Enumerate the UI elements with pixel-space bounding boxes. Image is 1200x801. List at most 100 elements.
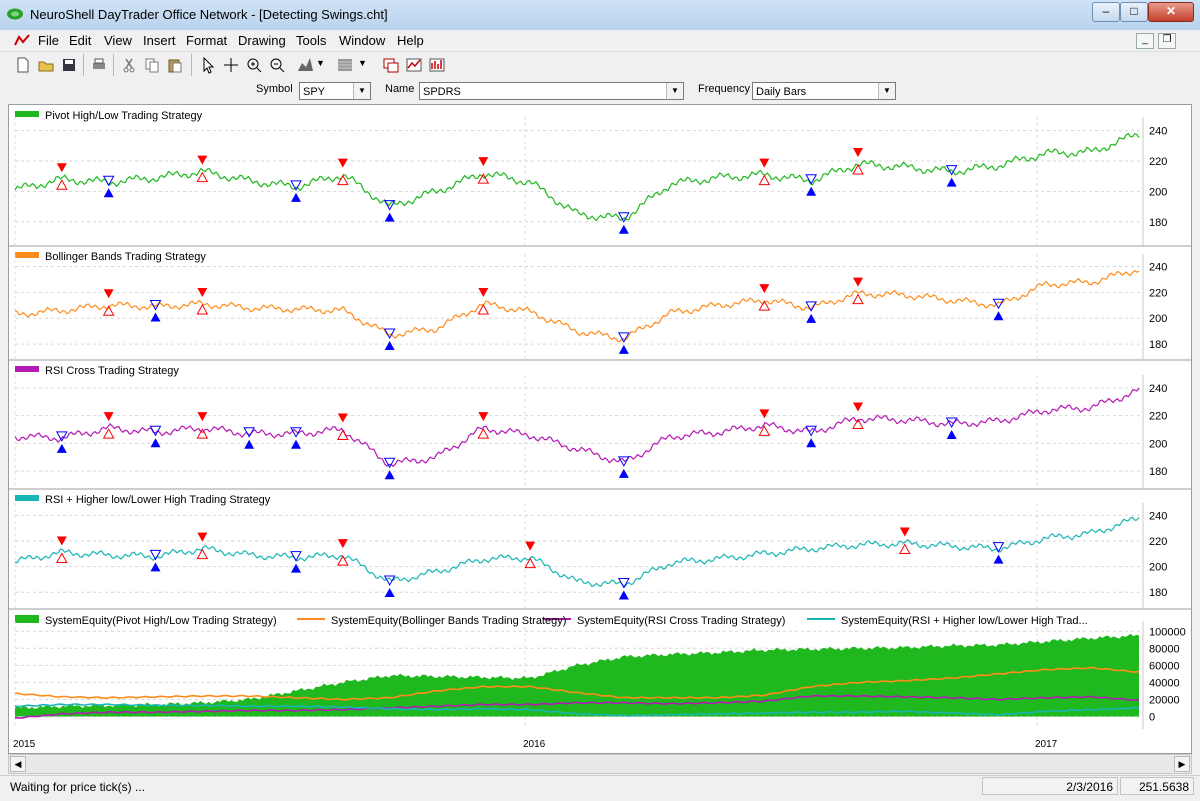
optimize-icon[interactable] xyxy=(405,56,423,74)
menu-edit[interactable]: Edit xyxy=(69,33,91,48)
menu-help[interactable]: Help xyxy=(397,33,424,48)
y-tick-label: 180 xyxy=(1149,466,1167,478)
paste-icon[interactable] xyxy=(166,56,184,74)
menu-tools[interactable]: Tools xyxy=(296,33,326,48)
sell-signal-marker xyxy=(478,412,489,422)
chevron-down-icon[interactable]: ▼ xyxy=(666,83,683,99)
frequency-select[interactable]: Daily Bars ▼ xyxy=(752,82,896,100)
menu-insert[interactable]: Insert xyxy=(143,33,176,48)
y-tick-label: 240 xyxy=(1149,510,1167,522)
sell-signal-marker xyxy=(103,289,114,299)
price-series-line xyxy=(14,132,1140,222)
mdi-minimize-button[interactable]: _ xyxy=(1136,33,1154,49)
scroll-left-icon[interactable]: ◀ xyxy=(10,756,26,772)
equity-legend-label: SystemEquity(RSI + Higher low/Lower High… xyxy=(841,615,1088,627)
equity-area xyxy=(15,633,1139,717)
exit-signal-marker xyxy=(477,303,490,315)
y-tick-label: 240 xyxy=(1149,383,1167,395)
buy-signal-marker xyxy=(806,438,817,448)
x-tick-label: 2015 xyxy=(13,739,36,750)
sell-signal-marker xyxy=(853,277,863,287)
sell-signal-marker xyxy=(197,532,208,542)
y-tick-label: 180 xyxy=(1149,217,1167,229)
chevron-down-icon[interactable]: ▼ xyxy=(353,83,370,99)
zoom-out-icon[interactable] xyxy=(268,56,286,74)
buy-signal-marker xyxy=(56,443,67,453)
chevron-down-icon[interactable]: ▼ xyxy=(358,58,367,68)
pattern-icon[interactable] xyxy=(336,56,354,74)
horizontal-scrollbar[interactable]: ◀ ▶ xyxy=(8,754,1192,774)
chart-style-icon[interactable] xyxy=(296,56,314,74)
y-tick-label: 100000 xyxy=(1149,626,1186,638)
menu-window[interactable]: Window xyxy=(339,33,385,48)
exit-signal-marker xyxy=(805,174,818,185)
menu-format[interactable]: Format xyxy=(186,33,227,48)
price-pane xyxy=(14,252,1144,359)
legend-swatch xyxy=(15,615,39,623)
y-tick-label: 220 xyxy=(1149,411,1167,423)
toolbar-separator xyxy=(113,54,114,76)
new-icon[interactable] xyxy=(14,56,32,74)
price-pane xyxy=(14,111,1144,245)
minimize-button[interactable]: – xyxy=(1092,2,1120,22)
chart-canvas[interactable]: Pivot High/Low Trading Strategy 240 220 200… xyxy=(9,105,1191,753)
maximize-button[interactable]: □ xyxy=(1120,2,1148,22)
menu-view[interactable]: View xyxy=(104,33,132,48)
analysis-icon[interactable] xyxy=(428,56,446,74)
menu-drawing[interactable]: Drawing xyxy=(238,33,286,48)
exit-signal-marker xyxy=(196,171,209,183)
buy-signal-marker xyxy=(244,439,255,449)
open-icon[interactable] xyxy=(37,56,55,74)
scroll-right-icon[interactable]: ▶ xyxy=(1174,756,1190,772)
menu-file[interactable]: File xyxy=(38,33,59,48)
price-pane xyxy=(14,366,1144,488)
name-select[interactable]: SPDRS ▼ xyxy=(419,82,684,100)
cut-icon[interactable] xyxy=(120,56,138,74)
symbol-select[interactable]: SPY ▼ xyxy=(299,82,371,100)
exit-signal-marker xyxy=(852,293,864,305)
exit-signal-marker xyxy=(196,303,209,315)
sell-signal-marker xyxy=(759,409,770,419)
sell-signal-marker xyxy=(197,412,208,422)
sell-signal-marker xyxy=(899,527,910,537)
price-pane xyxy=(14,495,1144,608)
y-tick-label: 200 xyxy=(1149,438,1167,450)
buy-signal-marker xyxy=(384,341,395,351)
toolbar-separator xyxy=(191,54,192,76)
mdi-restore-button[interactable]: ❐ xyxy=(1158,33,1176,49)
copy-icon[interactable] xyxy=(143,56,161,74)
save-icon[interactable] xyxy=(60,56,78,74)
exit-signal-marker xyxy=(992,298,1005,310)
sell-signal-marker xyxy=(525,541,536,551)
chevron-down-icon[interactable]: ▼ xyxy=(316,58,325,68)
status-message: Waiting for price tick(s) ... xyxy=(10,780,145,794)
buy-signal-marker xyxy=(150,438,161,448)
y-tick-label: 200 xyxy=(1149,313,1167,325)
legend-swatch xyxy=(15,366,39,372)
sell-signal-marker xyxy=(478,157,489,167)
frequency-label: Frequency xyxy=(698,83,750,95)
pane-title: RSI Cross Trading Strategy xyxy=(45,365,179,377)
x-tick-label: 2017 xyxy=(1035,739,1058,750)
crosshair-icon[interactable] xyxy=(222,56,240,74)
indicator-icon[interactable] xyxy=(382,56,400,74)
pointer-icon[interactable] xyxy=(199,56,217,74)
y-tick-label: 240 xyxy=(1149,261,1167,273)
zoom-in-icon[interactable] xyxy=(245,56,263,74)
sell-signal-marker xyxy=(103,412,114,422)
equity-legend-label: SystemEquity(Bollinger Bands Trading Str… xyxy=(331,615,566,627)
y-tick-label: 220 xyxy=(1149,287,1167,299)
y-tick-label: 20000 xyxy=(1149,694,1180,706)
chevron-down-icon[interactable]: ▼ xyxy=(878,83,895,99)
document-chart-icon[interactable] xyxy=(14,33,30,47)
y-tick-label: 40000 xyxy=(1149,677,1180,689)
close-button[interactable]: ✕ xyxy=(1148,2,1194,22)
window-title: NeuroShell DayTrader Office Network - [D… xyxy=(30,7,388,22)
sell-signal-marker xyxy=(197,287,208,297)
status-date: 2/3/2016 xyxy=(982,777,1118,795)
legend-swatch xyxy=(15,111,39,117)
buy-signal-marker xyxy=(946,177,957,187)
toolbar-separator xyxy=(83,54,84,76)
sell-signal-marker xyxy=(759,284,770,294)
print-icon[interactable] xyxy=(90,56,108,74)
